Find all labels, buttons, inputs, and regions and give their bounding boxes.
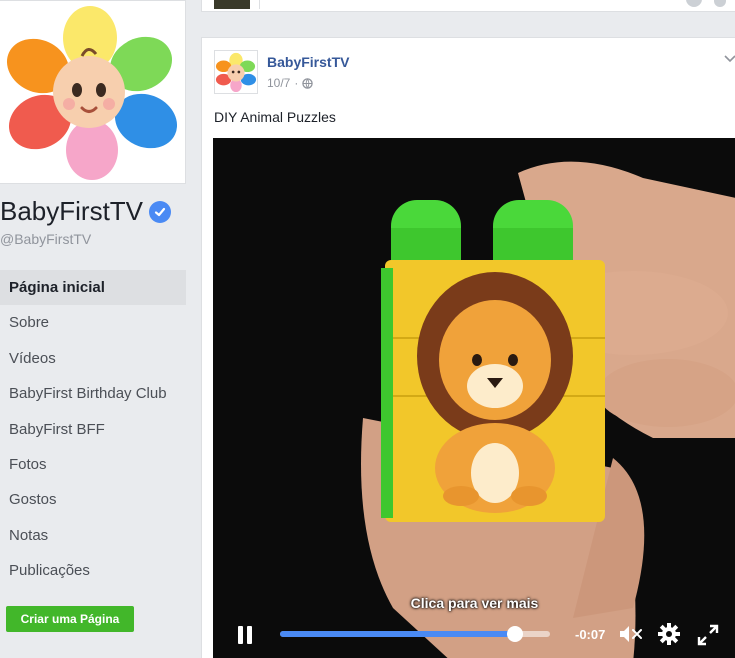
- babyfirst-logo: [4, 4, 180, 180]
- page-navigation: Página inicial Sobre Vídeos BabyFirst Bi…: [0, 270, 186, 589]
- nav-item-home[interactable]: Página inicial: [0, 270, 186, 306]
- nav-item-notes[interactable]: Notas: [0, 518, 186, 553]
- settings-gear-icon[interactable]: [657, 622, 681, 646]
- page-name[interactable]: BabyFirstTV: [0, 196, 143, 227]
- page-title[interactable]: BabyFirstTV: [0, 196, 172, 227]
- post-meta: 10/7 ·: [267, 76, 314, 90]
- more-icon[interactable]: [714, 0, 726, 7]
- nav-item-birthday-club[interactable]: BabyFirst Birthday Club: [0, 376, 186, 411]
- divider: [259, 0, 260, 9]
- page-handle[interactable]: @BabyFirstTV: [0, 231, 91, 247]
- create-page-button[interactable]: Criar uma Página: [6, 606, 134, 632]
- previous-post-thumbnail[interactable]: [214, 0, 250, 9]
- nav-item-videos[interactable]: Vídeos: [0, 341, 186, 376]
- post-author-link[interactable]: BabyFirstTV: [267, 54, 349, 70]
- pause-icon[interactable]: [237, 626, 253, 644]
- video-progress-bar[interactable]: [280, 626, 550, 642]
- fullscreen-icon[interactable]: [697, 624, 719, 646]
- nav-item-photos[interactable]: Fotos: [0, 447, 186, 482]
- muted-speaker-icon[interactable]: [619, 624, 645, 644]
- profile-picture[interactable]: [0, 0, 186, 184]
- video-caption[interactable]: Clica para ver mais: [213, 595, 735, 611]
- globe-icon: [302, 77, 314, 89]
- nav-item-posts[interactable]: Publicações: [0, 553, 186, 588]
- post-date[interactable]: 10/7: [267, 76, 290, 90]
- video-player[interactable]: Clica para ver mais -0:07: [213, 138, 735, 658]
- video-frame: [213, 138, 735, 658]
- nav-item-bff[interactable]: BabyFirst BFF: [0, 412, 186, 447]
- post-text: DIY Animal Puzzles: [214, 109, 336, 125]
- nav-item-likes[interactable]: Gostos: [0, 482, 186, 517]
- previous-post-card: [201, 0, 735, 12]
- video-progress-fill: [280, 631, 515, 637]
- post-options-chevron-icon[interactable]: [724, 54, 735, 64]
- video-scrubber-handle[interactable]: [506, 626, 523, 642]
- nav-item-about[interactable]: Sobre: [0, 305, 186, 340]
- post-card: BabyFirstTV 10/7 · DIY Animal Puzzles Cl…: [201, 37, 735, 658]
- video-time-remaining: -0:07: [575, 627, 606, 642]
- verified-badge-icon: [149, 200, 172, 223]
- meta-separator: ·: [294, 76, 299, 90]
- reaction-icon[interactable]: [686, 0, 702, 7]
- video-controls: -0:07: [213, 618, 735, 658]
- author-avatar[interactable]: [214, 50, 258, 94]
